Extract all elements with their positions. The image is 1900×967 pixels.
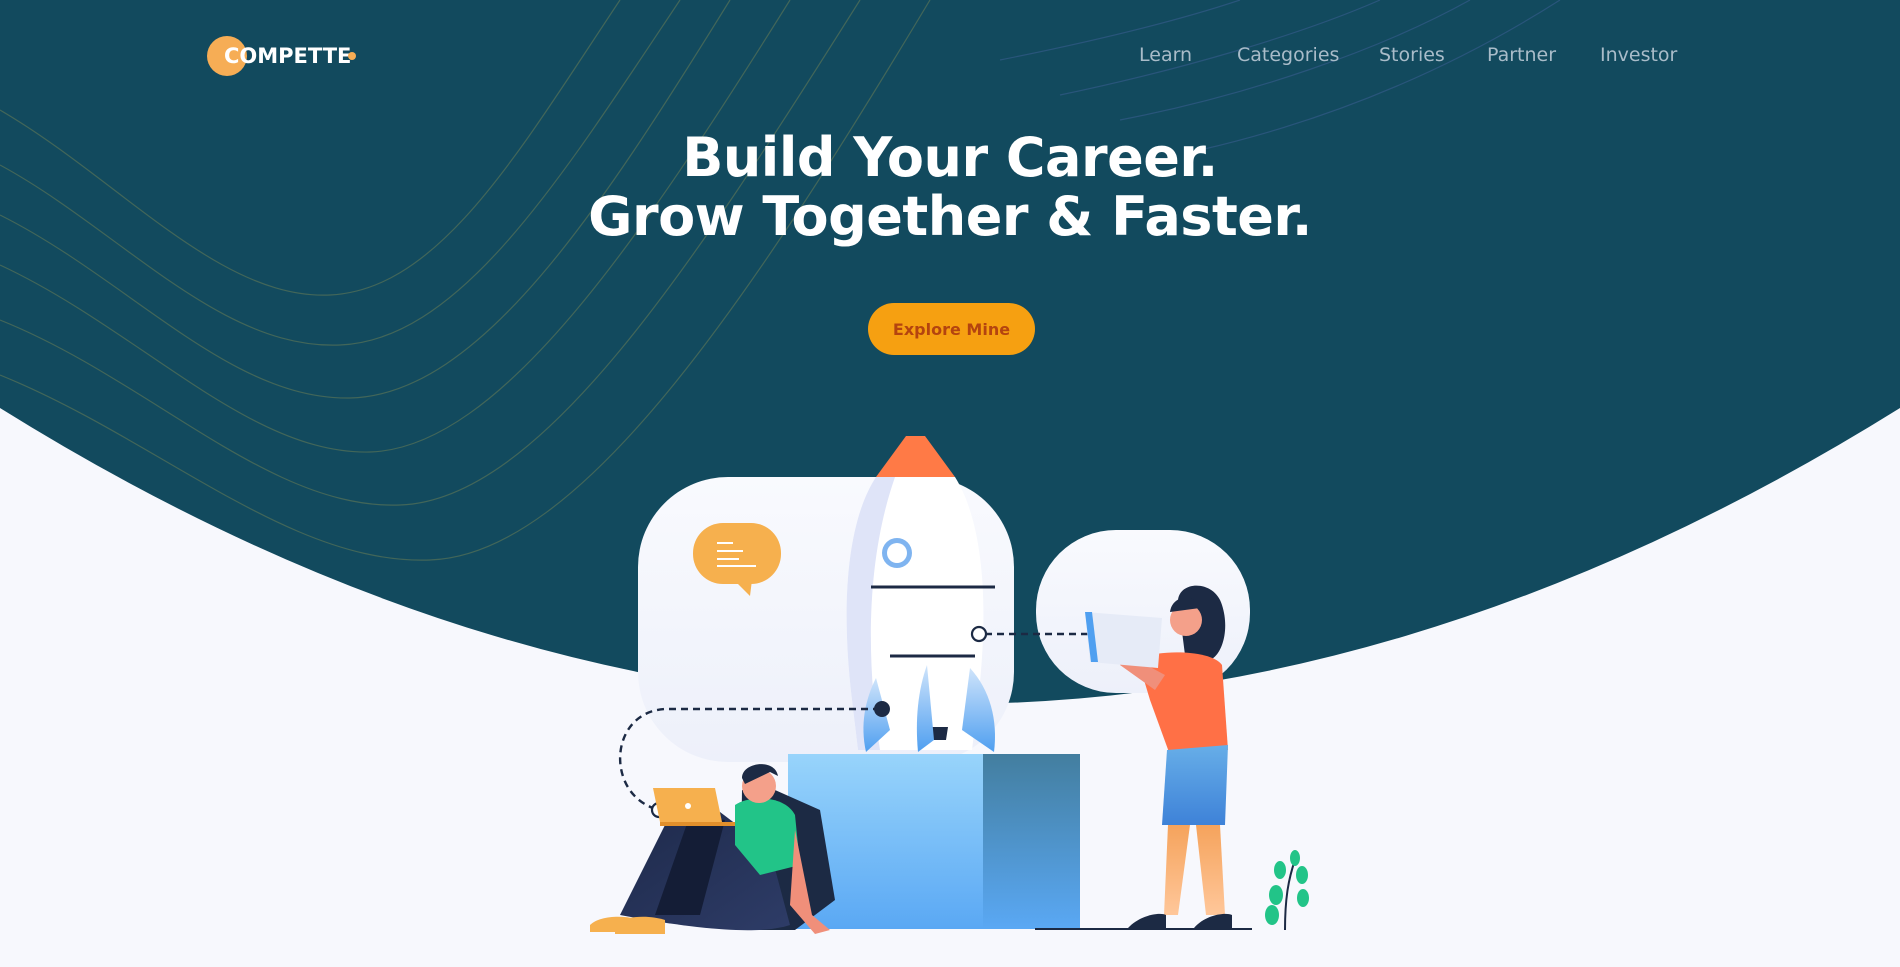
nav-link-learn[interactable]: Learn	[1139, 44, 1192, 66]
hero-illustration	[590, 436, 1309, 934]
person-with-tablet	[1085, 585, 1232, 928]
logo-text: COMPETTE	[224, 44, 352, 68]
pedestal-box	[788, 754, 1080, 929]
nav-link-stories[interactable]: Stories	[1379, 44, 1445, 66]
plant-icon	[1265, 850, 1309, 931]
top-navigation-bar: COMPETTE Learn Categories Stories Partne…	[0, 0, 1900, 115]
hero-headline-line-1: Build Your Career.	[682, 126, 1218, 189]
nav-link-categories[interactable]: Categories	[1237, 44, 1339, 66]
hero-headline: Build Your Career. Grow Together & Faste…	[0, 128, 1900, 246]
hero-headline-line-2: Grow Together & Faster.	[588, 185, 1312, 248]
logo-dot-icon	[348, 52, 356, 60]
nav-link-partner[interactable]: Partner	[1487, 44, 1556, 66]
nav-link-investor[interactable]: Investor	[1600, 44, 1677, 66]
explore-mine-button[interactable]: Explore Mine	[868, 303, 1035, 355]
